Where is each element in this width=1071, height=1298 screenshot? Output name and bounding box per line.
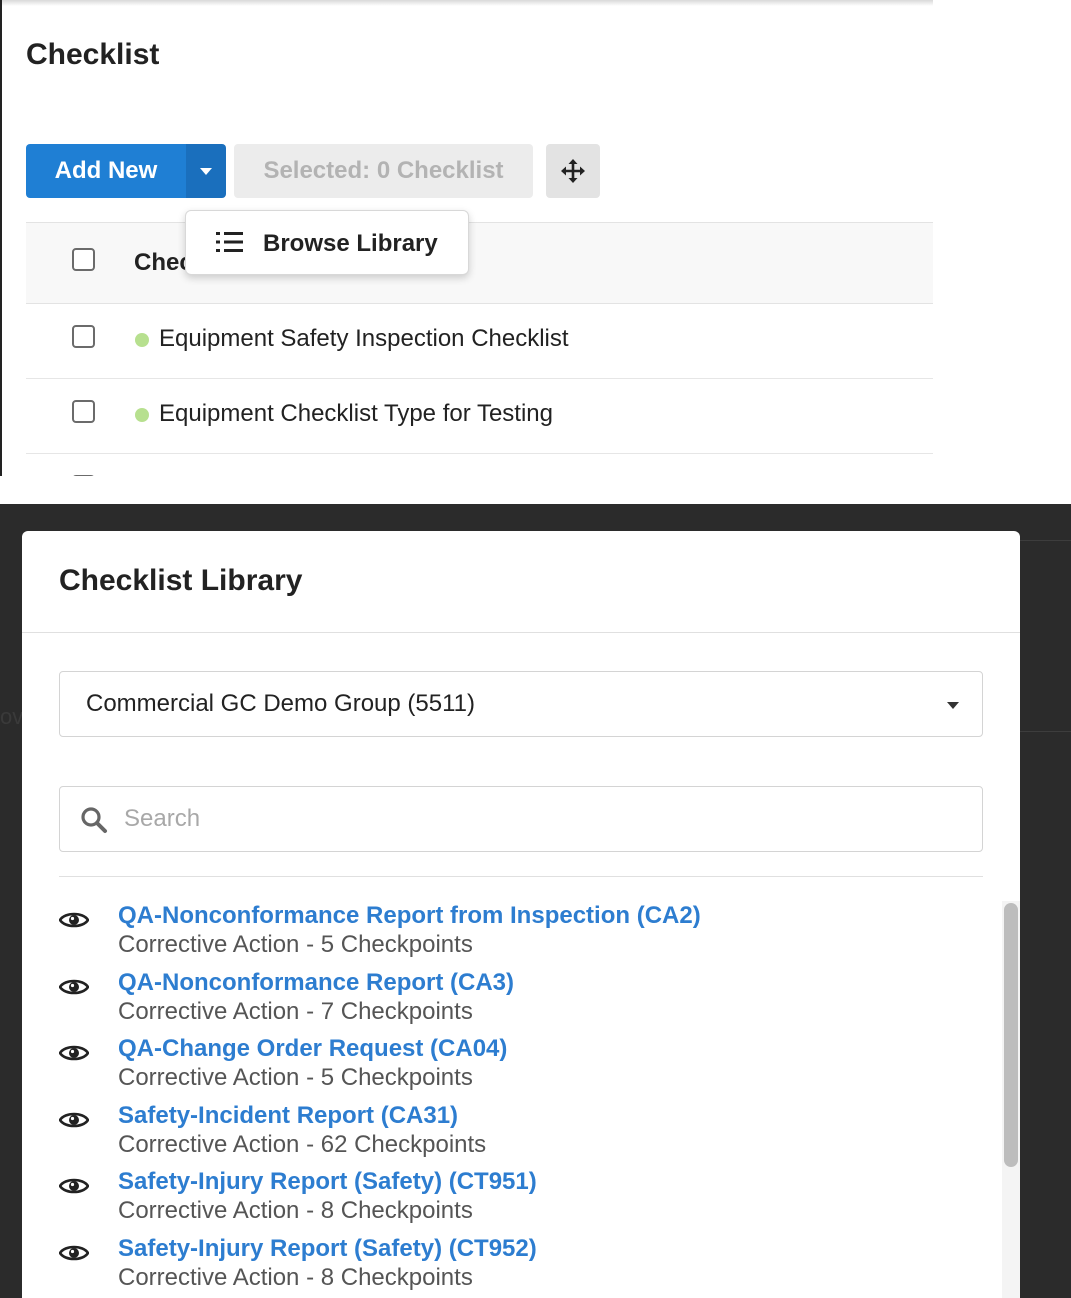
library-item-link[interactable]: Safety-Injury Report (Safety) (CT952) xyxy=(118,1235,537,1263)
group-select-value: Commercial GC Demo Group (5511) xyxy=(86,690,476,717)
list-icon xyxy=(216,232,243,252)
library-item-link[interactable]: QA-Change Order Request (CA04) xyxy=(118,1035,507,1063)
library-item-meta: Corrective Action - 8 Checkpoints xyxy=(118,1197,473,1224)
selected-count-button: Selected: 0 Checklist xyxy=(234,144,533,198)
scrollbar-thumb[interactable] xyxy=(1004,903,1018,1167)
library-item-link[interactable]: QA-Nonconformance Report (CA3) xyxy=(118,969,514,997)
eye-icon[interactable] xyxy=(59,1243,89,1263)
row-label[interactable]: Equipment Safety Inspection Checklist xyxy=(159,325,569,353)
move-button[interactable] xyxy=(546,144,600,198)
library-item-link[interactable]: QA-Nonconformance Report from Inspection… xyxy=(118,902,701,930)
column-header-name[interactable]: Chec xyxy=(134,249,193,277)
caret-down-icon xyxy=(947,702,959,709)
table-header: Chec xyxy=(26,222,933,304)
library-item: Safety-Injury Report (Safety) (CT951) Co… xyxy=(59,1168,959,1228)
eye-icon[interactable] xyxy=(59,1043,89,1063)
list-divider xyxy=(59,876,983,877)
row-checkbox[interactable] xyxy=(72,400,95,423)
add-new-button[interactable]: Add New xyxy=(26,144,186,198)
modal-header-divider xyxy=(22,632,1020,633)
status-dot xyxy=(135,408,149,422)
background-divider xyxy=(1020,540,1071,541)
select-all-checkbox[interactable] xyxy=(72,248,95,271)
browse-library-menu-item[interactable]: Browse Library xyxy=(185,210,469,275)
row-checkbox[interactable] xyxy=(72,325,95,348)
library-item: Safety-Incident Report (CA31) Corrective… xyxy=(59,1102,959,1162)
browse-library-label: Browse Library xyxy=(263,230,438,257)
library-item-meta: Corrective Action - 5 Checkpoints xyxy=(118,1064,473,1091)
eye-icon[interactable] xyxy=(59,977,89,997)
eye-icon[interactable] xyxy=(59,910,89,930)
group-select[interactable]: Commercial GC Demo Group (5511) xyxy=(59,671,983,737)
table-row[interactable]: Equipment Checklist Type for Testing xyxy=(26,379,933,454)
add-new-dropdown-toggle[interactable] xyxy=(186,144,226,198)
eye-icon[interactable] xyxy=(59,1110,89,1130)
checklist-page: Checklist Add New Selected: 0 Checklist … xyxy=(0,0,1071,476)
table-row[interactable] xyxy=(26,454,933,476)
modal-overlay: ov Checklist Library Commercial GC Demo … xyxy=(0,504,1071,1298)
library-item: QA-Nonconformance Report from Inspection… xyxy=(59,902,959,962)
separator xyxy=(0,476,1071,504)
library-item-meta: Corrective Action - 62 Checkpoints xyxy=(118,1131,487,1158)
page-title: Checklist xyxy=(26,38,160,71)
search-input[interactable] xyxy=(124,799,944,839)
library-item-meta: Corrective Action - 5 Checkpoints xyxy=(118,931,473,958)
row-label[interactable]: Equipment Checklist Type for Testing xyxy=(159,400,553,428)
library-item: QA-Nonconformance Report (CA3) Correctiv… xyxy=(59,969,959,1029)
library-item-meta: Corrective Action - 7 Checkpoints xyxy=(118,998,473,1025)
library-item-link[interactable]: Safety-Injury Report (Safety) (CT951) xyxy=(118,1168,537,1196)
background-text: ov xyxy=(0,704,24,729)
move-arrows-icon xyxy=(561,159,585,183)
library-item-link[interactable]: Safety-Incident Report (CA31) xyxy=(118,1102,458,1130)
status-dot xyxy=(135,333,149,347)
checklist-library-modal: Checklist Library Commercial GC Demo Gro… xyxy=(22,531,1020,1298)
library-item: Safety-Injury Report (Safety) (CT952) Co… xyxy=(59,1235,959,1295)
search-box[interactable] xyxy=(59,786,983,852)
caret-down-icon xyxy=(200,167,212,175)
window-edge xyxy=(0,0,2,476)
library-item: QA-Change Order Request (CA04) Correctiv… xyxy=(59,1035,959,1095)
modal-title: Checklist Library xyxy=(59,564,303,597)
library-item-meta: Corrective Action - 8 Checkpoints xyxy=(118,1264,473,1291)
eye-icon[interactable] xyxy=(59,1176,89,1196)
search-icon xyxy=(81,807,107,833)
table-row[interactable]: Equipment Safety Inspection Checklist xyxy=(26,304,933,379)
background-divider xyxy=(1020,731,1071,732)
top-border xyxy=(2,0,933,6)
